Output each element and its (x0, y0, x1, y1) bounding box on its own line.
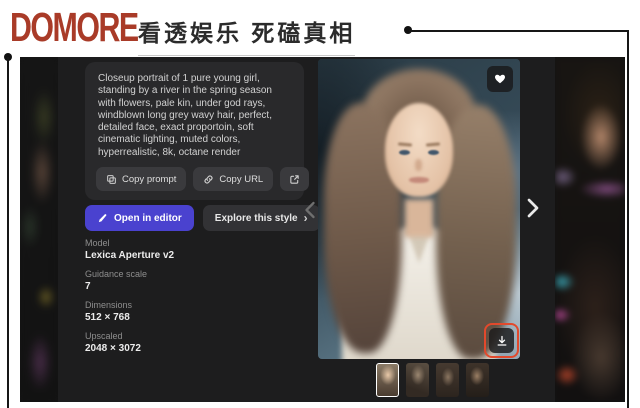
link-icon (203, 174, 214, 185)
decor-line-top (409, 30, 629, 32)
chevron-left-icon (303, 200, 319, 220)
external-link-icon (289, 174, 300, 185)
prompt-actions: Copy prompt Copy URL (96, 167, 309, 191)
next-image-button[interactable] (525, 195, 543, 221)
metadata-value: Lexica Aperture v2 (85, 249, 174, 262)
previous-image-button[interactable] (303, 199, 319, 221)
download-button[interactable] (489, 328, 514, 353)
copy-url-button[interactable]: Copy URL (193, 167, 273, 191)
copy-url-label: Copy URL (219, 174, 263, 185)
primary-actions: Open in editor Explore this style › (85, 205, 320, 231)
image-metadata: Model Lexica Aperture v2 Guidance scale … (85, 238, 174, 362)
metadata-dimensions: Dimensions 512 × 768 (85, 300, 174, 324)
background-gallery-left-art (20, 57, 58, 402)
background-gallery-right-art (555, 57, 625, 402)
explore-style-label: Explore this style (215, 213, 298, 224)
download-icon (496, 335, 508, 347)
heart-icon (494, 73, 506, 85)
domore-logo: DOMORE (10, 4, 138, 51)
open-in-editor-button[interactable]: Open in editor (85, 205, 194, 231)
decor-line-right (627, 30, 629, 408)
thumbnail[interactable] (436, 363, 459, 397)
thumbnail-selected[interactable] (376, 363, 399, 397)
decor-line-left (7, 57, 9, 408)
open-in-editor-label: Open in editor (114, 213, 182, 224)
like-button[interactable] (487, 66, 513, 92)
metadata-label: Dimensions (85, 300, 174, 311)
tagline-underline: 看透娱乐 死磕真相 (138, 14, 355, 56)
pencil-icon (97, 213, 108, 224)
thumbnail[interactable] (406, 363, 429, 397)
portrait-art-eye (399, 150, 410, 155)
metadata-model: Model Lexica Aperture v2 (85, 238, 174, 262)
copy-prompt-label: Copy prompt (122, 174, 176, 185)
copy-icon (106, 174, 117, 185)
page-tagline: 看透娱乐 死磕真相 (138, 14, 355, 48)
background-gallery-left (20, 57, 58, 402)
portrait-art-eye (428, 150, 439, 155)
lexica-lightbox-panel: Closeup portrait of 1 pure young girl, s… (20, 57, 625, 402)
prompt-text: Closeup portrait of 1 pure young girl, s… (85, 62, 304, 159)
portrait-art-neck (404, 199, 434, 237)
metadata-label: Model (85, 238, 174, 249)
metadata-label: Upscaled (85, 331, 174, 342)
metadata-value: 512 × 768 (85, 311, 174, 324)
page: DOMORE 看透娱乐 死磕真相 Closeup portrait of 1 p… (0, 0, 640, 408)
thumbnail[interactable] (466, 363, 489, 397)
generated-image[interactable] (318, 59, 520, 359)
background-gallery-right (555, 57, 625, 402)
chevron-right-icon (525, 196, 543, 220)
prompt-card: Closeup portrait of 1 pure young girl, s… (85, 62, 304, 200)
metadata-upscaled: Upscaled 2048 × 3072 (85, 331, 174, 355)
metadata-value: 7 (85, 280, 174, 293)
metadata-value: 2048 × 3072 (85, 342, 174, 355)
thumbnail-strip (376, 363, 489, 397)
copy-prompt-button[interactable]: Copy prompt (96, 167, 186, 191)
open-external-button[interactable] (280, 167, 309, 191)
portrait-art-nose (415, 159, 422, 171)
metadata-label: Guidance scale (85, 269, 174, 280)
metadata-guidance-scale: Guidance scale 7 (85, 269, 174, 293)
portrait-art-lips (409, 177, 429, 183)
